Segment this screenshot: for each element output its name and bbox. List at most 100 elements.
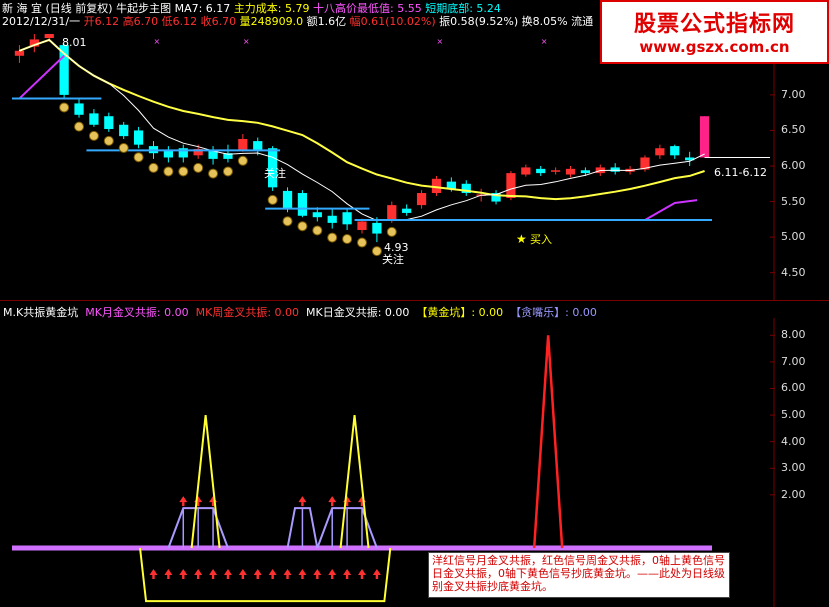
pit-arrow-icon (313, 569, 322, 575)
pit-arrow-stem (331, 575, 334, 579)
pit-arrow-stem (256, 575, 259, 579)
pit-arrow-icon (209, 569, 218, 575)
pit-arrow-icon (298, 569, 307, 575)
pit-arrow-icon (149, 569, 158, 575)
signal-arrow-icon (343, 496, 352, 503)
price-chart[interactable]: ××××× 8.01 4.93 6.11-6.12 ★ 买入 关注 关注 (0, 34, 775, 300)
money-bag-icon (178, 166, 189, 177)
candle-body (44, 34, 54, 38)
signal-arrow-stem (331, 502, 334, 507)
money-bag-icon (342, 234, 353, 244)
focus-label-2: 关注 (382, 252, 404, 266)
candle-body (327, 215, 337, 223)
pit-arrow-stem (182, 575, 185, 579)
weekly-signal-peak (532, 335, 564, 549)
pit-arrow-icon (268, 569, 277, 575)
candle-body (372, 222, 382, 234)
money-bag-icon (59, 102, 70, 113)
candle-body (89, 113, 99, 125)
watermark-url: www.gszx.com.cn (639, 38, 790, 56)
candle-body (506, 173, 516, 198)
candle-body (551, 170, 561, 172)
x-marker-icon: × (541, 37, 548, 46)
pit-arrow-stem (241, 575, 245, 579)
pit-arrow-icon (164, 569, 173, 575)
pit-arrow-icon (328, 569, 337, 575)
signal-arrow-icon (179, 496, 188, 503)
pit-arrow-icon (238, 569, 247, 575)
money-bag-icon (371, 246, 382, 257)
pit-arrow-stem (211, 575, 215, 579)
candle-body (163, 150, 173, 158)
indicator-tick-label: 6.00 (781, 381, 806, 395)
indicator-tick-label: 8.00 (781, 328, 806, 342)
pit-arrow-icon (358, 569, 366, 575)
candle-body (297, 193, 308, 216)
pit-arrow-stem (152, 575, 155, 579)
x-marker-icon: × (153, 37, 160, 46)
ma-magenta-line (644, 199, 698, 221)
price-tick-label: 7.00 (781, 87, 806, 101)
candle-body (565, 168, 576, 175)
money-bag-icon (312, 225, 323, 236)
money-bag-icon (357, 237, 367, 248)
buy-star-icon: ★ (516, 232, 527, 246)
money-bag-icon (297, 221, 308, 232)
date-label: 2012/12/31/一 (2, 15, 81, 28)
price-tick-label: 6.00 (781, 159, 806, 172)
candle-body (14, 50, 25, 56)
money-bag-icon (208, 168, 219, 179)
gold-pit-shape (139, 547, 392, 603)
money-bag-icon (118, 142, 129, 153)
watermark-title: 股票公式指标网 (633, 12, 795, 37)
candle-body (238, 138, 248, 151)
buy-label: 买入 (530, 233, 552, 246)
candle-body (282, 190, 293, 209)
candle-body (536, 168, 546, 174)
indicator-tick-label: 3.00 (781, 461, 806, 475)
indicator-tick-label: 4.00 (781, 434, 806, 448)
pit-arrow-stem (375, 575, 379, 579)
volume-value: 量248909.0 (239, 15, 304, 28)
signal-arrow-stem (182, 502, 185, 507)
pit-arrow-stem (167, 575, 170, 579)
x-marker-icon: × (243, 37, 250, 46)
money-bag-icon (386, 226, 397, 237)
close-value: 收6.70 (200, 15, 237, 28)
pit-arrow-icon (194, 569, 203, 575)
candle-body (431, 178, 442, 194)
pit-arrow-icon (179, 569, 188, 575)
candle-body (312, 212, 322, 218)
focus-label-1: 关注 (264, 166, 286, 180)
amount-value: 额1.6亿 (306, 15, 347, 28)
pit-arrow-icon (223, 569, 232, 575)
indicator-tick-label: 2.00 (781, 487, 806, 501)
signal-arrow-icon (298, 496, 307, 503)
pit-arrow-stem (226, 575, 230, 579)
pit-arrow-icon (372, 569, 381, 575)
candle-body (670, 146, 680, 156)
range-label: 6.11-6.12 (714, 166, 767, 179)
candle-body (655, 148, 665, 156)
indicator-tick-label: 7.00 (781, 354, 806, 368)
float-value: 流通 (571, 15, 594, 28)
money-bag-icon (103, 135, 114, 146)
pit-arrow-stem (271, 575, 274, 579)
money-bag-icon (74, 121, 85, 132)
candle-body (521, 167, 531, 175)
candles (14, 34, 710, 243)
price-tick-label: 6.50 (781, 123, 806, 137)
price-tick-label: 5.00 (781, 230, 806, 244)
site-watermark: 股票公式指标网 www.gszx.com.cn (600, 0, 829, 64)
ma-magenta-line (18, 55, 65, 100)
signal-arrow-icon (194, 496, 203, 503)
money-bag-icon (327, 232, 338, 243)
pit-arrow-icon (253, 569, 262, 575)
indicator-tick-label: 5.00 (781, 408, 806, 422)
pit-arrow-stem (196, 575, 200, 579)
panel-divider[interactable] (0, 300, 829, 301)
candle-body (119, 124, 129, 137)
signal-arrow-stem (301, 502, 304, 507)
price-axis: 7.507.006.506.005.505.004.50 (775, 34, 829, 300)
candle-body (699, 116, 710, 158)
